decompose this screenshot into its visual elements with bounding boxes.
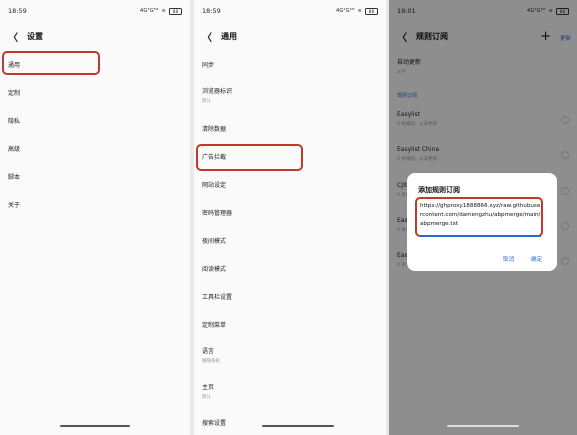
item-label: 清除数据: [202, 126, 227, 133]
signal-icon: 4G²G⁵ᴳ: [140, 8, 159, 14]
home-indicator: [60, 425, 130, 427]
menu-item-sync[interactable]: 同步: [202, 60, 378, 69]
menu-item-user-agent[interactable]: 浏览器标识 默认: [202, 86, 378, 104]
screenshot-collage: 18:59 4G²G⁵ᴳ ≋ 88 〈 设置 通用 定制 隐私 高级 脚本 关于…: [0, 0, 577, 435]
add-subscription-dialog: 添加规则订阅 https://ghproxy1888866.xyz/raw.gi…: [407, 173, 557, 271]
rule-subscriptions-screen: 19:01 4G²G⁵ᴳ ≋ 88 〈 规则订阅 + 更新 自动更新 从不 规则…: [389, 0, 577, 435]
menu-item-toolbar-settings[interactable]: 工具栏设置: [202, 292, 378, 301]
status-time: 18:59: [202, 7, 221, 15]
general-screen: 18:59 4G²G⁵ᴳ ≋ 88 〈 通用 同步 浏览器标识 默认 清除数据 广…: [194, 0, 386, 435]
home-indicator: [447, 425, 519, 427]
menu-item-site-settings[interactable]: 网站设定: [202, 180, 378, 189]
settings-header: 〈 设置: [0, 22, 190, 50]
item-label: 浏览器标识: [202, 88, 233, 95]
status-time: 18:59: [8, 7, 27, 15]
dialog-title: 添加规则订阅: [418, 186, 460, 194]
menu-item-custom-menu[interactable]: 定制菜单: [202, 320, 378, 329]
cancel-button[interactable]: 取消: [503, 255, 514, 263]
menu-item-homepage[interactable]: 主页 默认: [202, 382, 378, 400]
page-title: 设置: [27, 31, 43, 41]
back-icon[interactable]: 〈: [202, 29, 212, 44]
item-label: 阅读模式: [202, 266, 227, 273]
highlight-box: [196, 144, 303, 171]
battery-icon: 88: [365, 7, 378, 15]
status-bar: 18:59 4G²G⁵ᴳ ≋ 88: [194, 0, 386, 22]
input-underline: [420, 236, 541, 237]
item-label: 主页: [202, 384, 215, 391]
signal-icon: 4G²G⁵ᴳ: [336, 8, 355, 14]
highlight-box: [415, 197, 543, 237]
item-label: 夜间模式: [202, 238, 227, 245]
item-label: 定制菜单: [202, 322, 227, 329]
menu-item-privacy[interactable]: 隐私: [8, 116, 182, 125]
menu-item-advanced[interactable]: 高级: [8, 144, 182, 153]
page-title: 通用: [221, 31, 237, 41]
menu-item-about[interactable]: 关于: [8, 200, 182, 209]
status-icons: 4G²G⁵ᴳ ≋ 88: [336, 7, 378, 15]
item-sub: 跟随系统: [202, 359, 220, 364]
status-bar: 18:59 4G²G⁵ᴳ ≋ 88: [0, 0, 190, 22]
highlight-box: [2, 51, 100, 75]
home-indicator: [262, 425, 334, 427]
general-header: 〈 通用: [194, 22, 386, 50]
wifi-icon: ≋: [357, 8, 362, 14]
item-label: 密码管理器: [202, 210, 233, 217]
menu-item-reading-mode[interactable]: 阅读模式: [202, 264, 378, 273]
menu-item-scripts[interactable]: 脚本: [8, 172, 182, 181]
menu-item-custom[interactable]: 定制: [8, 88, 182, 97]
item-label: 同步: [202, 62, 215, 69]
menu-item-password-manager[interactable]: 密码管理器: [202, 208, 378, 217]
item-label: 语言: [202, 348, 215, 355]
item-sub: 默认: [202, 99, 211, 104]
battery-icon: 88: [169, 7, 182, 15]
confirm-button[interactable]: 确定: [531, 255, 542, 263]
item-sub: 默认: [202, 395, 211, 400]
item-label: 工具栏设置: [202, 294, 233, 301]
status-icons: 4G²G⁵ᴳ ≋ 88: [140, 7, 182, 15]
menu-item-night-mode[interactable]: 夜间模式: [202, 236, 378, 245]
menu-item-clear-data[interactable]: 清除数据: [202, 124, 378, 133]
item-label: 网站设定: [202, 182, 227, 189]
settings-screen: 18:59 4G²G⁵ᴳ ≋ 88 〈 设置 通用 定制 隐私 高级 脚本 关于: [0, 0, 190, 435]
wifi-icon: ≋: [161, 8, 166, 14]
back-icon[interactable]: 〈: [8, 29, 18, 44]
menu-item-language[interactable]: 语言 跟随系统: [202, 346, 378, 364]
